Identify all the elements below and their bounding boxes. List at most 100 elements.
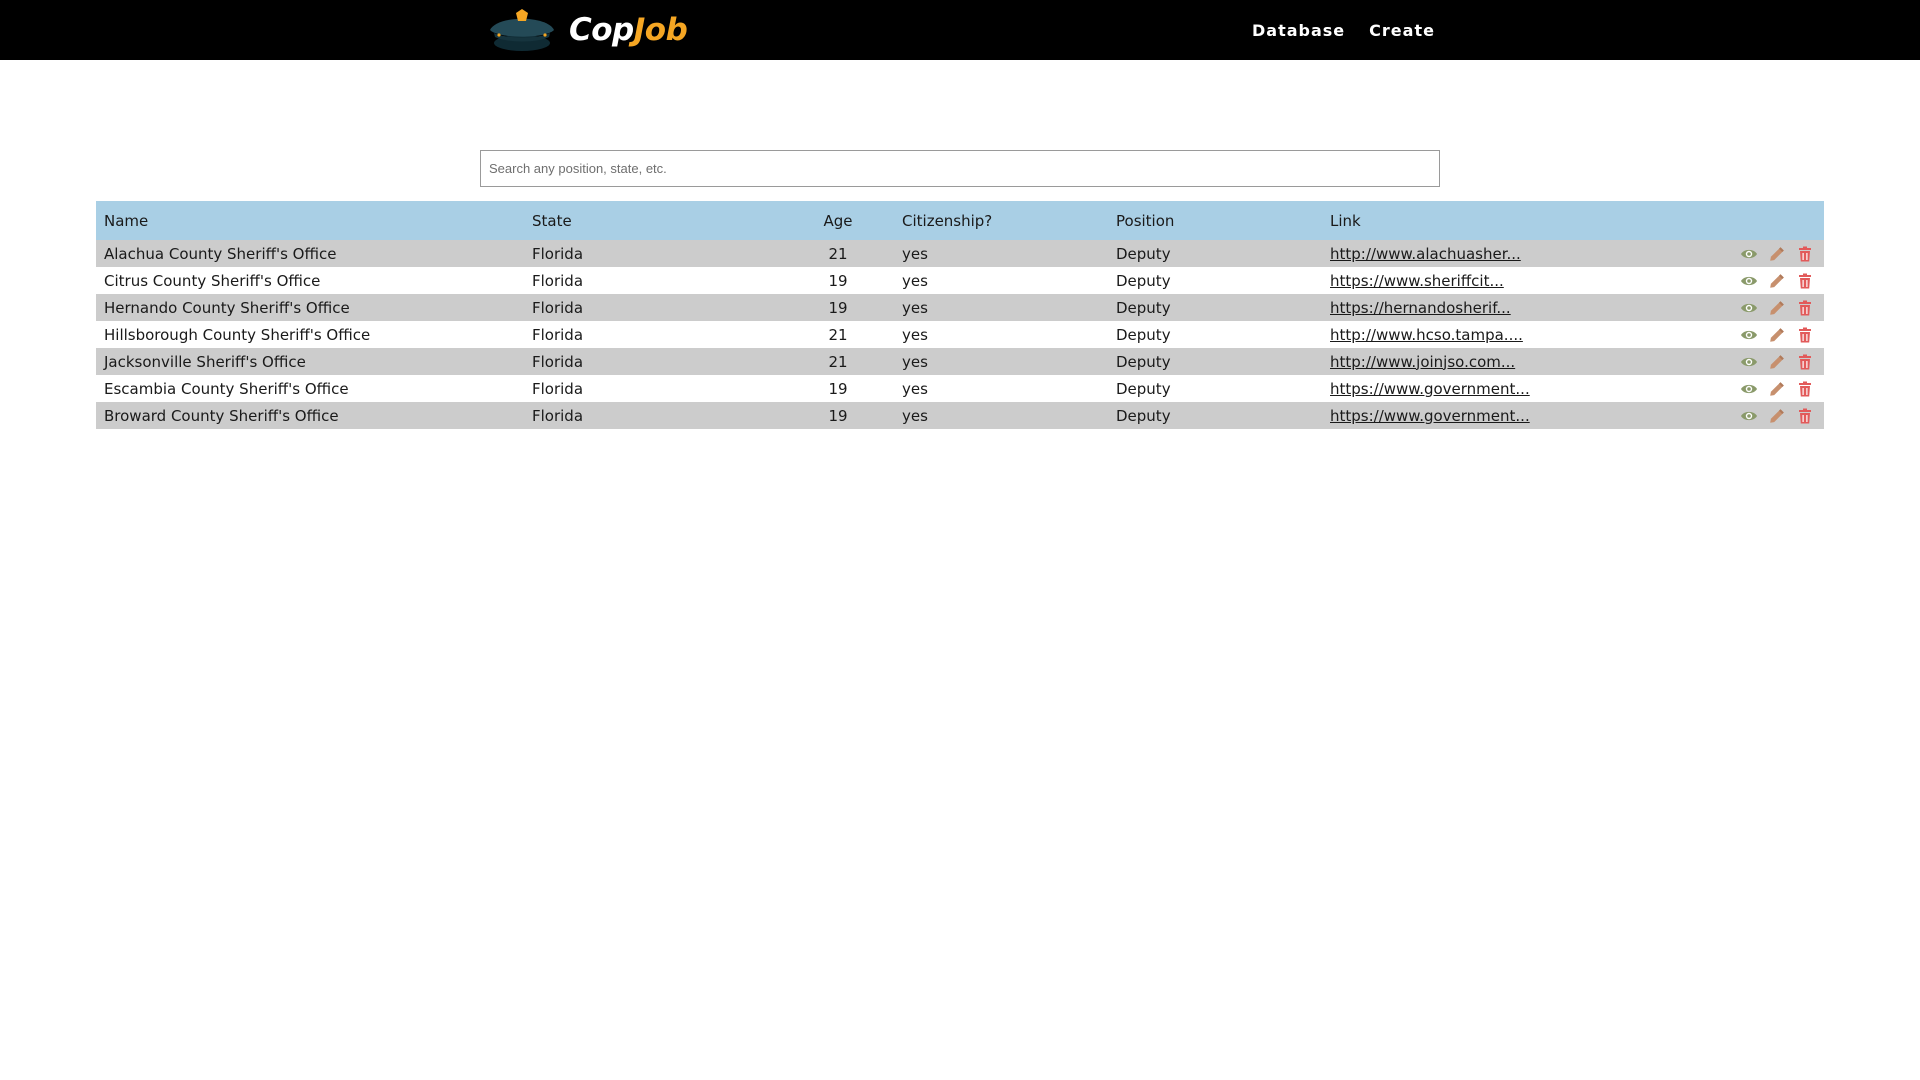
cell-citizenship: yes: [902, 244, 928, 263]
delete-button[interactable]: [1796, 272, 1814, 290]
trash-icon: [1799, 408, 1811, 424]
agencies-table-container: Name State Age Citizenship? Position Lin…: [96, 201, 1824, 429]
column-header-actions: [1674, 201, 1824, 240]
eye-icon: [1741, 330, 1758, 339]
view-button[interactable]: [1740, 299, 1758, 317]
delete-button[interactable]: [1796, 380, 1814, 398]
agency-link[interactable]: http://www.alachuasher...: [1330, 245, 1521, 263]
view-button[interactable]: [1740, 380, 1758, 398]
cell-state: Florida: [532, 406, 584, 425]
view-button[interactable]: [1740, 353, 1758, 371]
cell-link: https://hernandosherif...: [1322, 294, 1674, 321]
cell-citizenship: yes: [902, 352, 928, 371]
cell-position: Deputy: [1116, 325, 1171, 344]
delete-button[interactable]: [1796, 299, 1814, 317]
brand-name-job: Job: [633, 12, 688, 48]
cell-actions: [1674, 240, 1824, 267]
cell-age: 19: [828, 379, 848, 398]
pencil-icon: [1770, 246, 1785, 261]
pencil-icon: [1770, 408, 1785, 423]
cell-position: Deputy: [1116, 298, 1171, 317]
navbar: CopJob Database Create: [0, 0, 1920, 60]
cell-name: Hillsborough County Sheriff's Office: [104, 325, 371, 344]
cell-citizenship: yes: [902, 379, 928, 398]
cell-link: http://www.hcso.tampa....: [1322, 321, 1674, 348]
nav-links: Database Create: [1252, 0, 1459, 60]
cell-state: Florida: [532, 352, 584, 371]
view-button[interactable]: [1740, 272, 1758, 290]
column-header-position[interactable]: Position: [1108, 201, 1322, 240]
cell-link: https://www.sheriffcit...: [1322, 267, 1674, 294]
cell-actions: [1674, 402, 1824, 429]
cell-age: 21: [828, 244, 848, 263]
cell-position: Deputy: [1116, 352, 1171, 371]
eye-icon: [1741, 411, 1758, 420]
police-cap-icon: [490, 9, 554, 51]
view-button[interactable]: [1740, 245, 1758, 263]
column-header-state[interactable]: State: [524, 201, 782, 240]
pencil-icon: [1770, 327, 1785, 342]
cell-name: Alachua County Sheriff's Office: [104, 244, 337, 263]
agency-link[interactable]: https://www.government...: [1330, 380, 1530, 398]
agency-link[interactable]: https://www.sheriffcit...: [1330, 272, 1504, 290]
cell-actions: [1674, 294, 1824, 321]
table-row: Jacksonville Sheriff's Office Florida 21…: [96, 348, 1824, 375]
delete-button[interactable]: [1796, 245, 1814, 263]
agency-link[interactable]: http://www.hcso.tampa....: [1330, 326, 1523, 344]
cell-age: 21: [828, 352, 848, 371]
brand-name: CopJob: [569, 6, 688, 54]
cell-citizenship: yes: [902, 325, 928, 344]
table-header-row: Name State Age Citizenship? Position Lin…: [96, 201, 1824, 240]
edit-button[interactable]: [1768, 272, 1786, 290]
eye-icon: [1741, 357, 1758, 366]
cell-actions: [1674, 375, 1824, 402]
agency-link[interactable]: https://hernandosherif...: [1330, 299, 1511, 317]
cell-citizenship: yes: [902, 406, 928, 425]
cell-name: Jacksonville Sheriff's Office: [104, 352, 306, 371]
cell-position: Deputy: [1116, 271, 1171, 290]
agency-link[interactable]: https://www.government...: [1330, 407, 1530, 425]
delete-button[interactable]: [1796, 407, 1814, 425]
trash-icon: [1799, 327, 1811, 343]
cell-position: Deputy: [1116, 244, 1171, 263]
pencil-icon: [1770, 354, 1785, 369]
cell-name: Hernando County Sheriff's Office: [104, 298, 350, 317]
trash-icon: [1799, 354, 1811, 370]
column-header-age[interactable]: Age: [782, 201, 894, 240]
trash-icon: [1799, 300, 1811, 316]
view-button[interactable]: [1740, 407, 1758, 425]
nav-database-link[interactable]: Database: [1252, 21, 1345, 40]
view-button[interactable]: [1740, 326, 1758, 344]
cell-name: Escambia County Sheriff's Office: [104, 379, 349, 398]
column-header-link[interactable]: Link: [1322, 201, 1674, 240]
column-header-citizenship[interactable]: Citizenship?: [894, 201, 1108, 240]
cell-link: http://www.alachuasher...: [1322, 240, 1674, 267]
table-row: Broward County Sheriff's Office Florida …: [96, 402, 1824, 429]
cell-actions: [1674, 348, 1824, 375]
cell-position: Deputy: [1116, 406, 1171, 425]
trash-icon: [1799, 381, 1811, 397]
table-row: Hillsborough County Sheriff's Office Flo…: [96, 321, 1824, 348]
cell-name: Citrus County Sheriff's Office: [104, 271, 321, 290]
cell-link: https://www.government...: [1322, 402, 1674, 429]
eye-icon: [1741, 276, 1758, 285]
agency-link[interactable]: http://www.joinjso.com...: [1330, 353, 1515, 371]
brand-logo[interactable]: CopJob: [485, 6, 688, 54]
delete-button[interactable]: [1796, 353, 1814, 371]
cell-state: Florida: [532, 244, 584, 263]
edit-button[interactable]: [1768, 299, 1786, 317]
column-header-name[interactable]: Name: [96, 201, 524, 240]
search-input[interactable]: [480, 150, 1440, 187]
edit-button[interactable]: [1768, 380, 1786, 398]
nav-create-link[interactable]: Create: [1369, 21, 1435, 40]
cell-age: 19: [828, 298, 848, 317]
cell-actions: [1674, 321, 1824, 348]
delete-button[interactable]: [1796, 326, 1814, 344]
edit-button[interactable]: [1768, 353, 1786, 371]
edit-button[interactable]: [1768, 245, 1786, 263]
cell-link: http://www.joinjso.com...: [1322, 348, 1674, 375]
edit-button[interactable]: [1768, 407, 1786, 425]
cell-name: Broward County Sheriff's Office: [104, 406, 339, 425]
edit-button[interactable]: [1768, 326, 1786, 344]
cell-state: Florida: [532, 271, 584, 290]
